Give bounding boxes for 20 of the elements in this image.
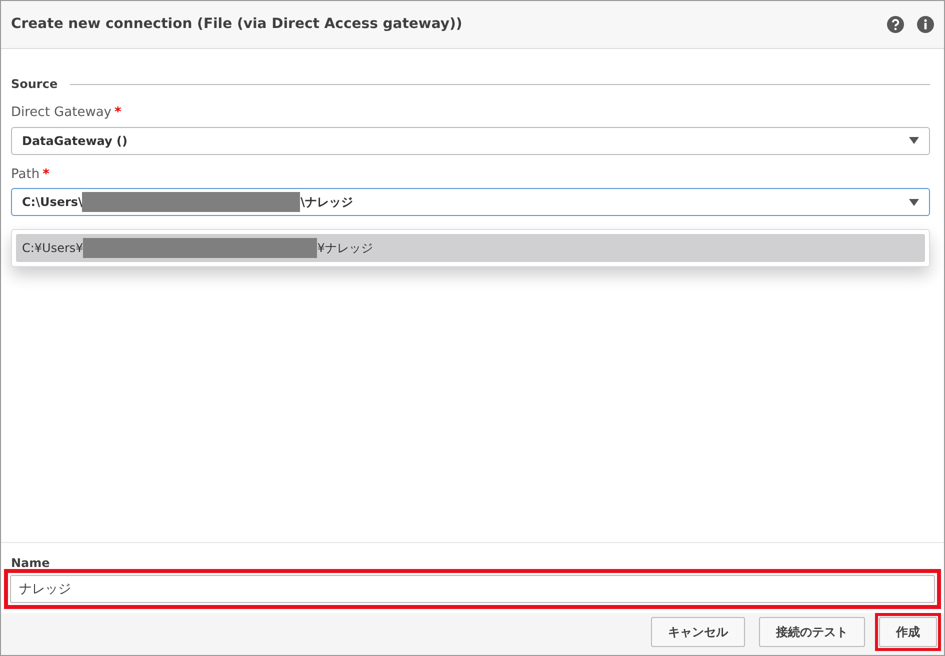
name-field[interactable]: ナレッジ — [10, 575, 935, 603]
path-text: C:\Users\ — [22, 194, 82, 211]
path-option[interactable]: C:¥Users¥ ¥ナレッジ — [16, 234, 925, 262]
dialog-button[interactable]: 作成 — [879, 617, 937, 647]
field-label: Direct Gateway — [11, 105, 112, 120]
path-text: \ナレッジ — [300, 194, 353, 211]
section-title: Source — [11, 76, 58, 93]
help-icon[interactable] — [887, 16, 904, 33]
field-label: Name — [10, 557, 51, 569]
required-mark: * — [42, 166, 50, 182]
dialog-button[interactable]: 接続のテスト — [759, 617, 865, 647]
path-select[interactable]: C:\Users\ \ナレッジ — [11, 188, 930, 216]
info-icon[interactable] — [917, 16, 934, 33]
field-label: Path — [11, 166, 40, 182]
dialog-button[interactable]: キャンセル — [651, 617, 745, 647]
gateway-select[interactable]: DataGateway () — [11, 126, 930, 154]
dialog-title: Create new connection (File (via Direct Access gateway)) — [11, 15, 464, 34]
caret-icon — [909, 198, 919, 206]
required-mark: * — [114, 105, 122, 120]
caret-icon — [909, 137, 919, 144]
